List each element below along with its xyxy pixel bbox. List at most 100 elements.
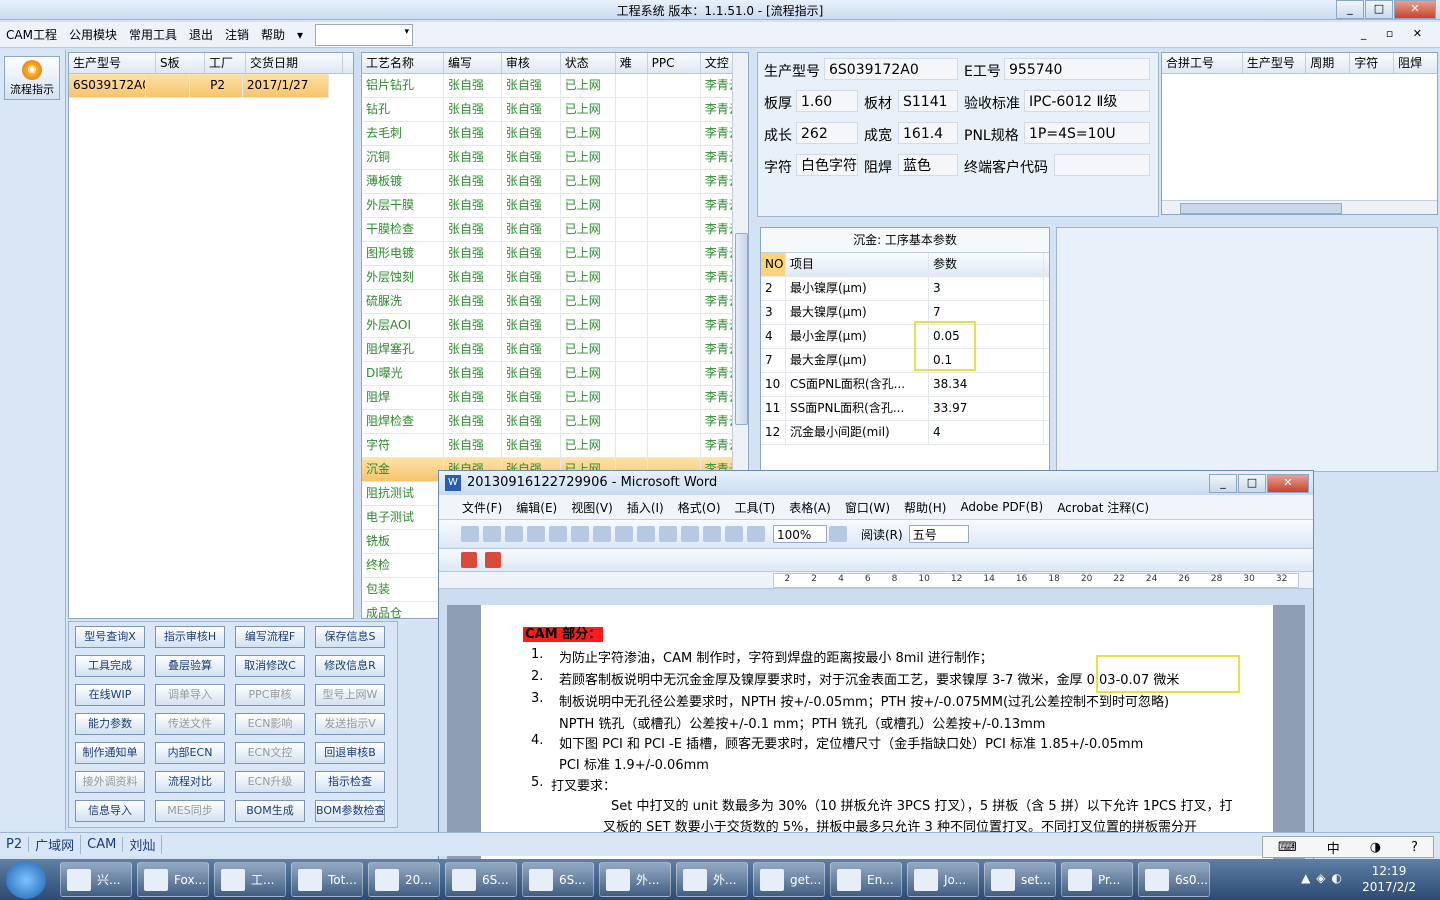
part-no-field[interactable]: 6S039172A0 — [824, 58, 958, 80]
col-ppc[interactable]: PPC — [648, 53, 701, 73]
col-item[interactable]: 项目 — [786, 253, 929, 276]
word-menu-item[interactable]: 插入(I) — [620, 499, 671, 516]
pnl-field[interactable]: 1P=4S=10U — [1024, 122, 1150, 144]
read-mode-button[interactable]: 阅读(R) — [861, 526, 903, 543]
word-menu-item[interactable]: 文件(F) — [455, 499, 509, 516]
mask-field[interactable]: 蓝色 — [898, 154, 958, 176]
menu-common-module[interactable]: 公用模块 — [63, 26, 123, 43]
action-button[interactable]: 制作通知单 — [75, 742, 145, 764]
standard-field[interactable]: IPC-6012 Ⅱ级 — [1024, 90, 1150, 112]
taskbar-item[interactable]: 6s0... — [1138, 862, 1210, 897]
param-row[interactable]: 2 最小镍厚(μm) 3 — [761, 277, 1049, 301]
taskbar-item[interactable]: Tot... — [291, 862, 363, 897]
help-icon[interactable] — [829, 526, 847, 542]
taskbar-item[interactable]: En... — [830, 862, 902, 897]
param-row[interactable]: 7 最大金厚(μm) 0.1 — [761, 349, 1049, 373]
process-row[interactable]: 图形电镀 张自强 张自强 已上网 李青云 — [362, 242, 748, 266]
word-menu-item[interactable]: 工具(T) — [728, 499, 783, 516]
copy-icon[interactable] — [637, 526, 655, 542]
process-row[interactable]: DI曝光 张自强 张自强 已上网 李青云 — [362, 362, 748, 386]
action-button[interactable]: 指示检查 — [315, 771, 385, 793]
taskbar-item[interactable]: 6S... — [522, 862, 594, 897]
cut-icon[interactable] — [615, 526, 633, 542]
mdi-close-button[interactable]: ✕ — [1413, 27, 1430, 40]
new-icon[interactable] — [461, 526, 479, 542]
document-area[interactable]: CAM 部分： 1. 为防止字符渗油，CAM 制作时，字符到焊盘的距离按最小 8m… — [447, 605, 1305, 859]
action-button[interactable]: BOM生成 — [235, 800, 305, 822]
taskbar-item[interactable]: get... — [753, 862, 825, 897]
customer-field[interactable] — [1054, 154, 1150, 176]
flow-instruction-button[interactable]: ◉ 流程指示 — [4, 56, 60, 100]
save-icon[interactable] — [505, 526, 523, 542]
taskbar-item[interactable]: 工... — [214, 862, 286, 897]
menu-logout[interactable]: 注销 — [219, 26, 255, 43]
col-value[interactable]: 参数 — [929, 253, 1044, 276]
action-button[interactable]: 编写流程F — [235, 626, 305, 648]
col-no[interactable]: NO — [761, 253, 786, 276]
word-menu-item[interactable]: 窗口(W) — [838, 499, 897, 516]
action-button[interactable]: 信息导入 — [75, 800, 145, 822]
paste-icon[interactable] — [659, 526, 677, 542]
action-button[interactable]: 在线WIP — [75, 684, 145, 706]
param-row[interactable]: 12 沉金最小间距(mil) 4 — [761, 421, 1049, 445]
col-part-no[interactable]: 生产型号 — [69, 53, 156, 73]
action-button[interactable]: 回退审核B — [315, 742, 385, 764]
splitter[interactable] — [354, 52, 360, 619]
open-icon[interactable] — [483, 526, 501, 542]
process-row[interactable]: 外层干膜 张自强 张自强 已上网 李青云 — [362, 194, 748, 218]
menu-exit[interactable]: 退出 — [183, 26, 219, 43]
action-button[interactable]: 调单导入 — [155, 684, 225, 706]
system-tray[interactable]: ▲◈◐ — [1301, 871, 1348, 885]
ime-help-icon[interactable]: ? — [1411, 840, 1418, 855]
col-s-board[interactable]: S板 — [156, 53, 205, 73]
process-row[interactable]: 沉铜 张自强 张自强 已上网 李青云 — [362, 146, 748, 170]
word-menu-item[interactable]: Acrobat 注释(C) — [1050, 499, 1156, 516]
ime-punct-icon[interactable]: ◑ — [1370, 840, 1381, 855]
close-button[interactable]: ✕ — [1394, 0, 1436, 19]
status-tab-cam[interactable]: CAM — [81, 837, 124, 852]
taskbar-item[interactable]: 20... — [368, 862, 440, 897]
col-factory[interactable]: 工厂 — [205, 53, 246, 73]
taskbar-item[interactable]: 兴... — [60, 862, 132, 897]
taskbar-item[interactable]: Jo... — [907, 862, 979, 897]
word-maximize-button[interactable]: □ — [1238, 474, 1266, 493]
col-reviewer[interactable]: 审核 — [502, 53, 561, 73]
action-button[interactable]: MES同步 — [155, 800, 225, 822]
action-button[interactable]: 取消修改C — [235, 655, 305, 677]
ime-bar[interactable]: ⌨ 中 ◑ ? — [1262, 836, 1434, 858]
maximize-button[interactable]: □ — [1365, 0, 1393, 19]
param-row[interactable]: 10 CS面PNL面积(含孔... 38.34 — [761, 373, 1049, 397]
process-row[interactable]: 铝片钻孔 张自强 张自强 已上网 李青云 — [362, 74, 748, 98]
length-field[interactable]: 262 — [796, 122, 858, 144]
clock[interactable]: 12:19 2017/2/2 — [1362, 863, 1416, 895]
char-field[interactable]: 白色字符 — [796, 154, 858, 176]
word-close-button[interactable]: ✕ — [1267, 474, 1309, 493]
action-button[interactable]: BOM参数检查 — [315, 800, 385, 822]
spell-icon[interactable] — [593, 526, 611, 542]
param-row[interactable]: 11 SS面PNL面积(含孔... 33.97 — [761, 397, 1049, 421]
mdi-restore-button[interactable]: ▫ — [1386, 27, 1401, 40]
param-row[interactable]: 3 最大镍厚(μm) 7 — [761, 301, 1049, 325]
taskbar-item[interactable]: 外... — [599, 862, 671, 897]
col-process-name[interactable]: 工艺名称 — [362, 53, 444, 73]
action-button[interactable]: 发送指示V — [315, 713, 385, 735]
pdf-mail-icon[interactable] — [484, 552, 501, 568]
word-menu-item[interactable]: 视图(V) — [564, 499, 620, 516]
col-status[interactable]: 状态 — [561, 53, 616, 73]
thickness-field[interactable]: 1.60 — [796, 90, 858, 112]
menu-cam[interactable]: CAM工程 — [0, 26, 63, 43]
param-row[interactable]: 4 最小金厚(μm) 0.05 — [761, 325, 1049, 349]
ime-lang[interactable]: 中 — [1327, 838, 1340, 857]
action-button[interactable]: 内部ECN — [155, 742, 225, 764]
word-menu-item[interactable]: 编辑(E) — [509, 499, 564, 516]
process-row[interactable]: 去毛刺 张自强 张自强 已上网 李青云 — [362, 122, 748, 146]
action-button[interactable]: 能力参数 — [75, 713, 145, 735]
process-row[interactable]: 阻焊 张自强 张自强 已上网 李青云 — [362, 386, 748, 410]
word-menu-item[interactable]: 格式(O) — [671, 499, 728, 516]
action-button[interactable]: 保存信息S — [315, 626, 385, 648]
taskbar-item[interactable]: Fox... — [137, 862, 209, 897]
action-button[interactable]: 修改信息R — [315, 655, 385, 677]
process-row[interactable]: 硫脲洗 张自强 张自强 已上网 李青云 — [362, 290, 748, 314]
merge-h-scrollbar[interactable] — [1162, 200, 1437, 214]
zoom-select[interactable]: 100% — [773, 525, 827, 543]
